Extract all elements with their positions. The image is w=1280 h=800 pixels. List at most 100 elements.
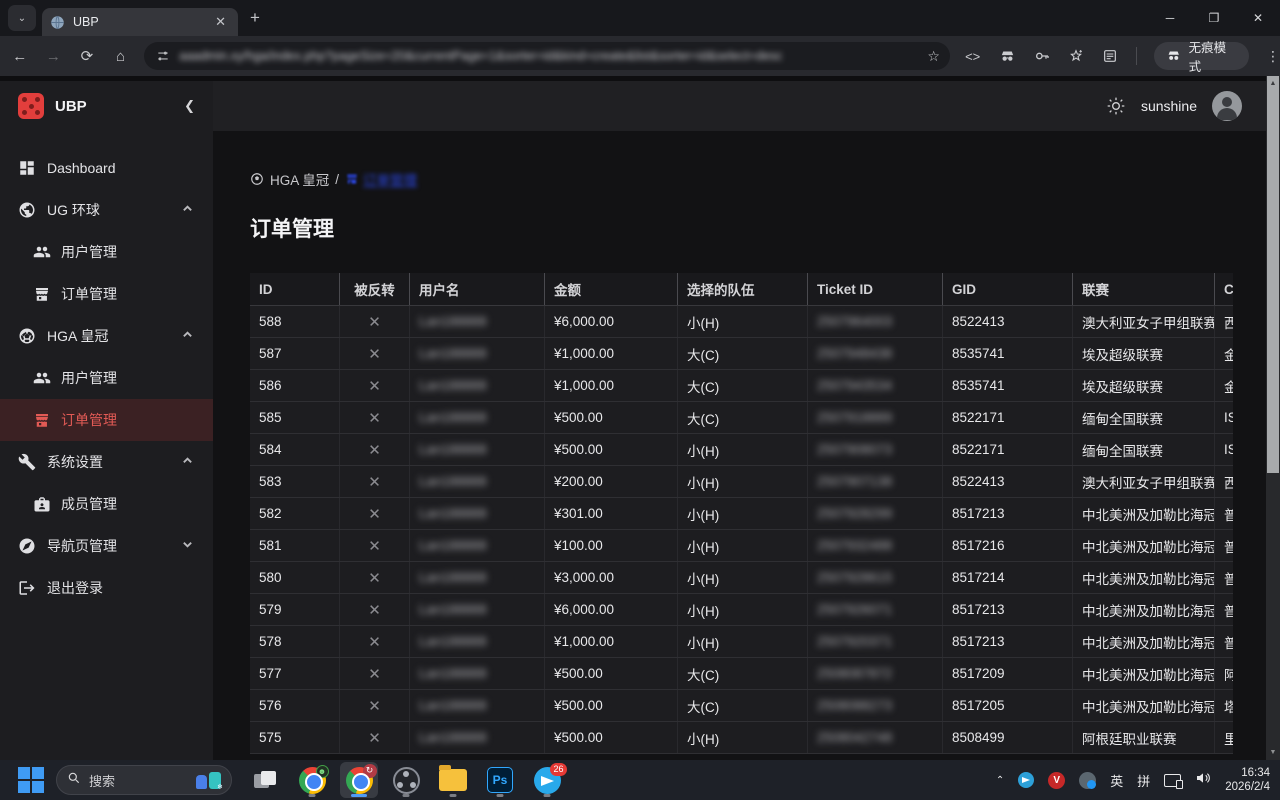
ime-language-indicator[interactable]: 英	[1110, 771, 1123, 790]
photoshop-button[interactable]: Ps	[481, 762, 519, 798]
taskview-button[interactable]	[246, 762, 284, 798]
new-tab-button[interactable]: +	[250, 8, 260, 28]
extension-incognito-icon[interactable]	[998, 47, 1015, 65]
favorites-sparkle-icon[interactable]	[1067, 47, 1084, 65]
ime-pinyin-indicator[interactable]: 拼	[1137, 771, 1150, 790]
table-row[interactable]: 588✕Lan188888¥6,000.00小(H)25079640038522…	[250, 306, 1233, 338]
obs-button[interactable]	[387, 762, 425, 798]
sidebar-item-7-wrench[interactable]: 系统设置	[0, 441, 213, 483]
brand-name: UBP	[55, 98, 184, 115]
home-icon[interactable]: ⌂	[107, 48, 135, 65]
scrollbar-thumb[interactable]	[1267, 91, 1279, 473]
table-row[interactable]: 583✕Lan188888¥200.00小(H)2507907138852241…	[250, 466, 1233, 498]
window-maximize-button[interactable]: ❐	[1192, 0, 1236, 36]
start-button[interactable]	[18, 767, 44, 793]
taskbar-search[interactable]: 搜索	[56, 765, 232, 795]
chrome-profile2-button[interactable]: ↻	[340, 762, 378, 798]
cell-extra: 金	[1215, 370, 1233, 401]
sidebar-item-2-users[interactable]: 用户管理	[0, 231, 213, 273]
reading-list-icon[interactable]	[1102, 47, 1119, 65]
cell-id: 580	[250, 562, 340, 593]
avatar[interactable]	[1212, 91, 1242, 121]
table-row[interactable]: 576✕Lan188888¥500.00大(C)2508088273851720…	[250, 690, 1233, 722]
table-row[interactable]: 577✕Lan188888¥500.00大(C)2508087872851720…	[250, 658, 1233, 690]
cell-amount: ¥6,000.00	[545, 594, 678, 625]
tray-antivirus-icon[interactable]: V	[1048, 772, 1065, 789]
cell-amount: ¥500.00	[545, 434, 678, 465]
cell-league: 阿根廷职业联赛	[1073, 722, 1215, 753]
cell-gid: 8522171	[943, 434, 1073, 465]
cast-screen-icon[interactable]	[1164, 774, 1181, 787]
password-key-icon[interactable]	[1033, 47, 1050, 65]
tray-telegram-icon[interactable]	[1018, 772, 1034, 788]
table-row[interactable]: 586✕Lan188888¥1,000.00大(C)25079435348535…	[250, 370, 1233, 402]
window-close-button[interactable]: ✕	[1236, 0, 1280, 36]
taskbar-clock[interactable]: 16:34 2026/2/4	[1225, 766, 1270, 794]
forward-icon[interactable]: →	[40, 48, 68, 65]
telegram-button[interactable]: 26	[528, 762, 566, 798]
redacted-user: Lan188888	[419, 602, 487, 617]
redacted-ticket: 2508042748	[817, 730, 892, 745]
tray-cloud-icon[interactable]	[1079, 772, 1096, 789]
cell-league: 缅甸全国联赛	[1073, 402, 1215, 433]
sidebar-item-4-soccer[interactable]: HGA 皇冠	[0, 315, 213, 357]
volume-icon[interactable]	[1195, 770, 1211, 791]
sidebar-item-5-users[interactable]: 用户管理	[0, 357, 213, 399]
soccer-icon	[18, 327, 36, 345]
window-minimize-button[interactable]: ─	[1148, 0, 1192, 36]
cell-amount: ¥1,000.00	[545, 370, 678, 401]
table-row[interactable]: 585✕Lan188888¥500.00大(C)2507918889852217…	[250, 402, 1233, 434]
devtools-icon[interactable]: <>	[964, 47, 981, 65]
scrollbar-down-icon[interactable]: ▼	[1267, 746, 1279, 758]
back-icon[interactable]: ←	[6, 48, 34, 65]
sidebar-item-6-store[interactable]: 订单管理	[0, 399, 213, 441]
file-explorer-button[interactable]	[434, 762, 472, 798]
table-row[interactable]: 579✕Lan188888¥6,000.00小(H)25079260718517…	[250, 594, 1233, 626]
address-bar[interactable]: aaadmin.xy/hga/index.php?pageSize=20&cur…	[144, 42, 950, 70]
reload-icon[interactable]: ⟳	[73, 47, 101, 65]
sidebar-item-8-member[interactable]: 成员管理	[0, 483, 213, 525]
cell-user: Lan188888	[410, 370, 545, 401]
chrome-profile1-button[interactable]: ☻	[293, 762, 331, 798]
cell-id: 581	[250, 530, 340, 561]
incognito-badge: 无痕模式	[1154, 42, 1249, 70]
table-row[interactable]: 584✕Lan188888¥500.00小(H)2507908073852217…	[250, 434, 1233, 466]
tab-favicon-globe-icon	[50, 15, 65, 30]
cell-extra: 西	[1215, 466, 1233, 497]
sidebar-item-9-compass[interactable]: 导航页管理	[0, 525, 213, 567]
cell-reversed: ✕	[340, 466, 410, 497]
sidebar-item-3-store[interactable]: 订单管理	[0, 273, 213, 315]
table-row[interactable]: 581✕Lan188888¥100.00小(H)2507932488851721…	[250, 530, 1233, 562]
table-row[interactable]: 578✕Lan188888¥1,000.00小(H)25079203718517…	[250, 626, 1233, 658]
page-scrollbar[interactable]: ▲ ▼	[1266, 76, 1280, 760]
cell-user: Lan188888	[410, 402, 545, 433]
browser-menu-icon[interactable]: ⋮	[1266, 48, 1280, 65]
tray-overflow-icon[interactable]: ⌃	[996, 775, 1004, 786]
orders-table: ID被反转用户名金额选择的队伍Ticket IDGID联赛C 588✕Lan18…	[250, 273, 1233, 754]
theme-toggle-sun-icon[interactable]	[1106, 96, 1126, 116]
table-row[interactable]: 575✕Lan188888¥500.00小(H)2508042748850849…	[250, 722, 1233, 754]
table-row[interactable]: 582✕Lan188888¥301.00小(H)2507928299851721…	[250, 498, 1233, 530]
tab-close-icon[interactable]: ✕	[211, 14, 230, 30]
table-row[interactable]: 587✕Lan188888¥1,000.00大(C)25079484388535…	[250, 338, 1233, 370]
sidebar-item-label: 订单管理	[61, 284, 193, 304]
breadcrumb-parent[interactable]: HGA 皇冠	[270, 169, 329, 189]
sidebar-item-0-dashboard[interactable]: Dashboard	[0, 147, 213, 189]
cell-extra: 普	[1215, 594, 1233, 625]
sidebar-collapse-icon[interactable]: ❮	[184, 98, 195, 114]
sidebar-item-1-globe[interactable]: UG 环球	[0, 189, 213, 231]
cell-ticket: 2508087872	[808, 658, 943, 689]
scrollbar-up-icon[interactable]: ▲	[1267, 76, 1279, 91]
bookmark-star-icon[interactable]: ☆	[927, 48, 940, 65]
app-viewport: UBP ❮ DashboardUG 环球用户管理订单管理HGA 皇冠用户管理订单…	[0, 76, 1280, 760]
breadcrumb-current-link[interactable]: 订单管理	[363, 169, 417, 189]
site-info-icon[interactable]	[156, 49, 170, 63]
cell-gid: 8517213	[943, 594, 1073, 625]
tab-search-button[interactable]: ⌄	[8, 5, 36, 31]
table-row[interactable]: 580✕Lan188888¥3,000.00小(H)25079286158517…	[250, 562, 1233, 594]
browser-tab[interactable]: UBP ✕	[42, 8, 238, 36]
sidebar-item-10-logout[interactable]: 退出登录	[0, 567, 213, 609]
column-header-5: Ticket ID	[808, 273, 943, 305]
reversed-x-icon: ✕	[368, 601, 381, 619]
cell-extra: 普	[1215, 562, 1233, 593]
